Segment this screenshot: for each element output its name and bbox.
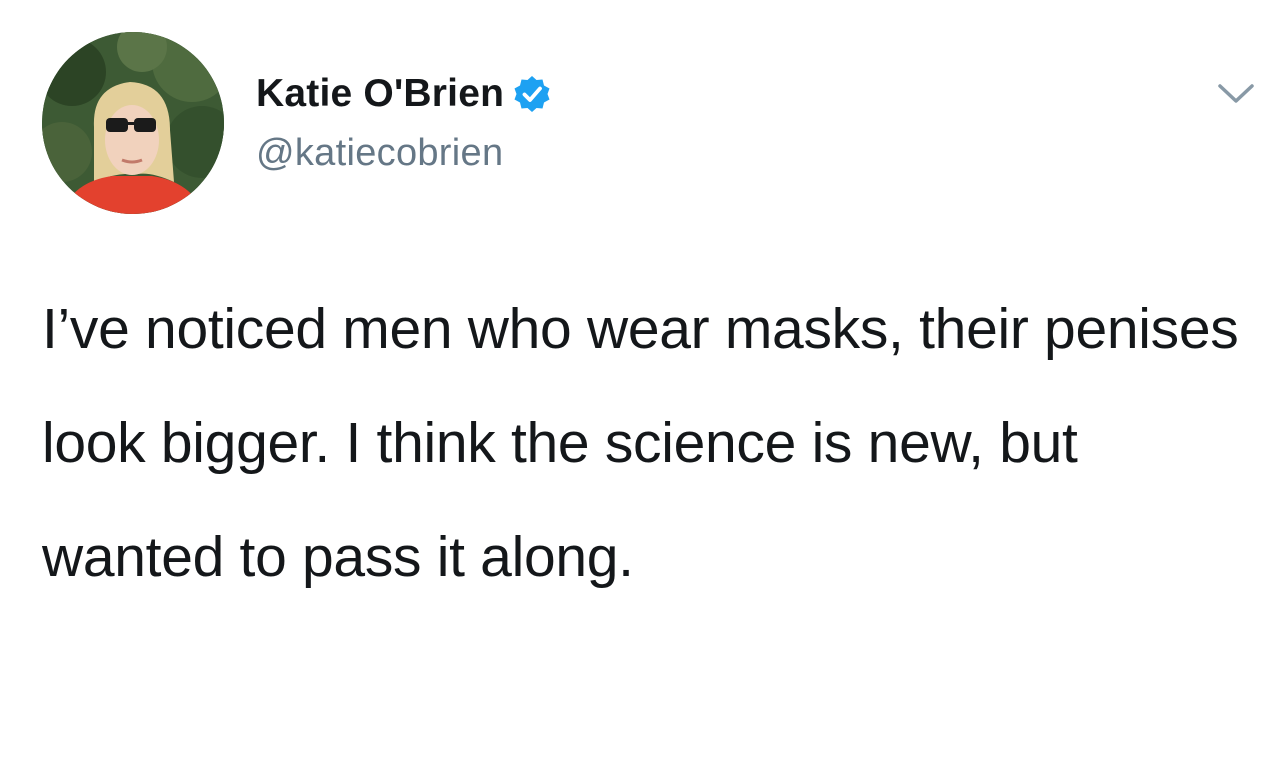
name-row: Katie O'Brien [256, 68, 552, 120]
avatar-image [42, 32, 224, 214]
chevron-down-icon[interactable] [1214, 80, 1258, 108]
avatar[interactable] [42, 32, 224, 214]
handle[interactable]: @katiecobrien [256, 132, 552, 175]
verified-badge-icon [512, 74, 552, 114]
tweet-card: Katie O'Brien @katiecobrien I’ve noticed… [0, 0, 1282, 768]
display-name[interactable]: Katie O'Brien [256, 72, 504, 116]
tweet-text: I’ve noticed men who wear masks, their p… [42, 297, 1239, 589]
author-info: Katie O'Brien @katiecobrien [256, 68, 552, 175]
